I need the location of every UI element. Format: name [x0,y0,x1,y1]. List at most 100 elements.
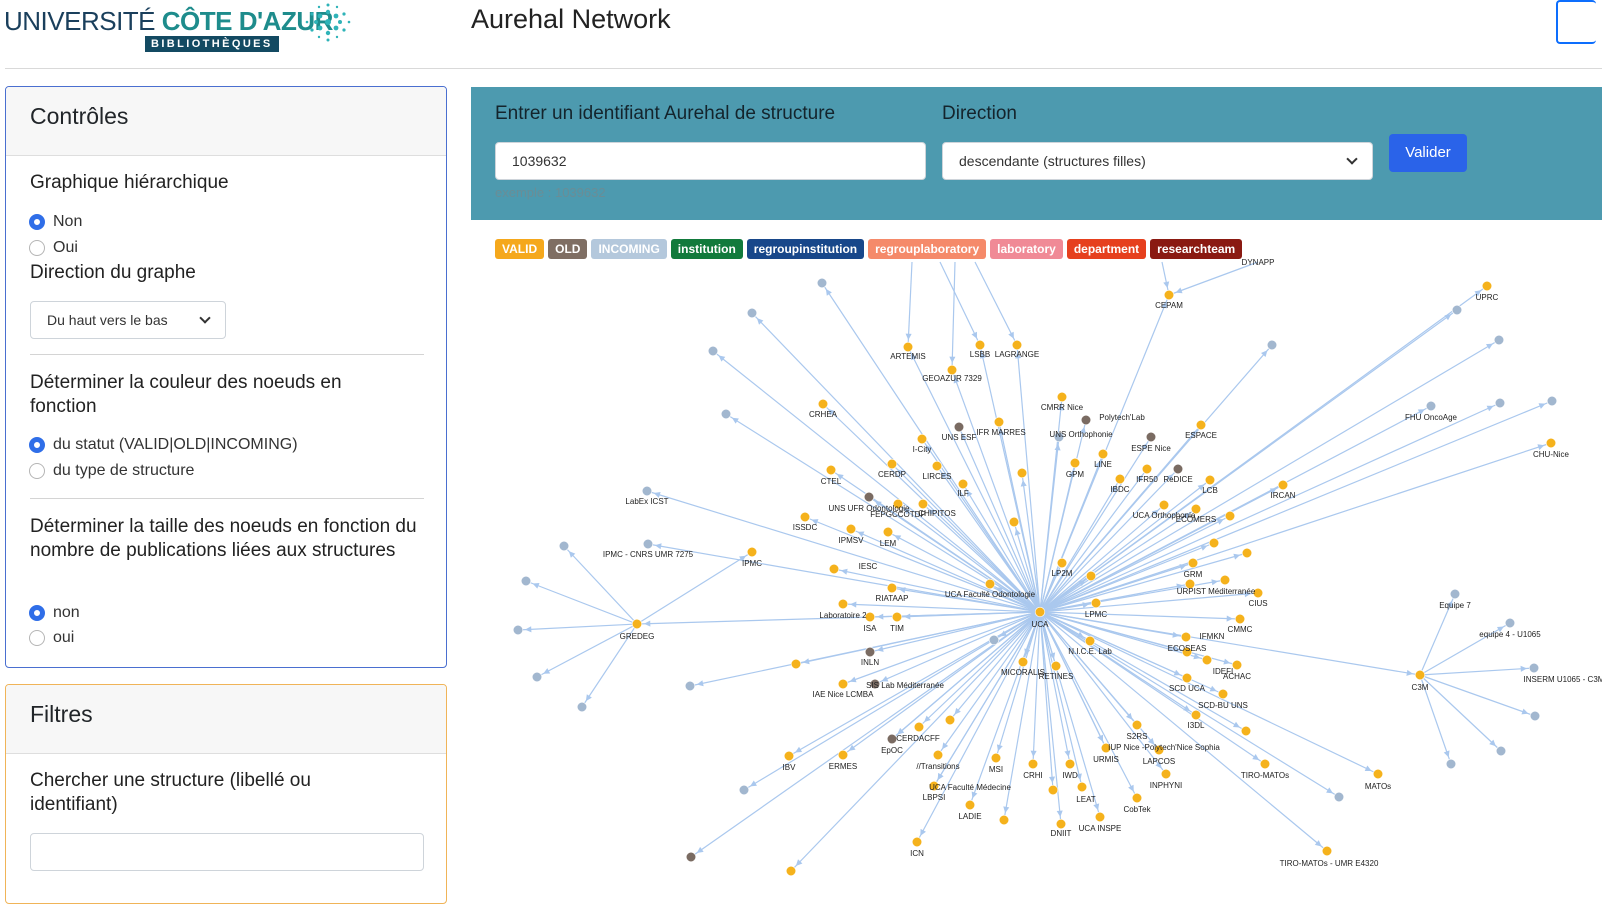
graph-node[interactable] [1333,791,1345,803]
graph-node[interactable] [974,339,986,351]
graph-node[interactable] [1372,768,1384,780]
graph-node[interactable] [1451,304,1463,316]
graph-node[interactable] [1158,499,1170,511]
size-option-non[interactable]: non [29,604,80,622]
graph-node[interactable] [990,752,1002,764]
graph-node[interactable] [790,658,802,670]
menu-button[interactable] [1556,0,1596,44]
graph-node[interactable] [1056,391,1068,403]
graph-node[interactable] [1481,280,1493,292]
graph-node[interactable] [1056,557,1068,569]
graph-node[interactable] [1163,289,1175,301]
structure-id-input[interactable]: 1039632 [495,142,926,180]
graph-node[interactable] [931,460,943,472]
graph-node[interactable] [1090,597,1102,609]
graph-node[interactable] [1094,811,1106,823]
graph-node[interactable] [641,485,653,497]
graph-node[interactable] [1085,570,1097,582]
graph-node[interactable] [799,511,811,523]
hierarchical-option-oui[interactable]: Oui [29,239,78,257]
graph-node[interactable] [1241,547,1253,559]
graph-node[interactable] [845,523,857,535]
graph-node[interactable] [984,578,996,590]
radio-unchecked[interactable] [29,630,45,646]
graph-node[interactable] [783,750,795,762]
direction-select[interactable]: Du haut vers le bas [30,301,226,339]
radio-unchecked[interactable] [29,463,45,479]
graph-node[interactable] [1208,537,1220,549]
graph-node[interactable] [1201,654,1213,666]
graph-node[interactable] [913,721,925,733]
graph-node[interactable] [1034,606,1046,618]
graph-node[interactable] [1495,745,1507,757]
graph-node[interactable] [886,582,898,594]
graph-node[interactable] [911,836,923,848]
graph-node[interactable] [1069,457,1081,469]
graph-node[interactable] [1080,414,1092,426]
graph-node[interactable] [1224,510,1236,522]
graph-node[interactable] [1529,710,1541,722]
graph-node[interactable] [902,341,914,353]
graph-node[interactable] [916,433,928,445]
graph-node[interactable] [1076,781,1088,793]
radio-checked[interactable] [29,437,45,453]
graph-node[interactable] [1266,339,1278,351]
graph-node[interactable] [1180,631,1192,643]
graph-node[interactable] [720,408,732,420]
direction-dropdown[interactable]: descendante (structures filles) [942,142,1373,180]
color-option-type[interactable]: du type de structure [29,462,194,480]
graph-node[interactable] [1181,672,1193,684]
graph-node[interactable] [1187,557,1199,569]
graph-node[interactable] [1494,397,1506,409]
graph-node[interactable] [520,575,532,587]
structure-search-input[interactable] [30,833,424,871]
graph-node[interactable] [1064,758,1076,770]
graph-node[interactable] [817,398,829,410]
graph-node[interactable] [1055,818,1067,830]
graph-node[interactable] [1017,656,1029,668]
graph-node[interactable] [1027,758,1039,770]
graph-node[interactable] [1097,448,1109,460]
graph-node[interactable] [1195,419,1207,431]
graph-node[interactable] [685,851,697,863]
graph-node[interactable] [882,526,894,538]
graph-node[interactable] [1445,758,1457,770]
network-graph[interactable]: ARTEMIS LSBB LAGRANGE GEOAZUR 7329 CEPAM CRHE… [471,228,1602,895]
graph-node[interactable] [964,799,976,811]
graph-node[interactable] [828,563,840,575]
graph-node[interactable] [512,624,524,636]
graph-node[interactable] [837,598,849,610]
graph-node[interactable] [864,646,876,658]
graph-node[interactable] [1277,479,1289,491]
graph-node[interactable] [1545,437,1557,449]
radio-unchecked[interactable] [29,240,45,256]
graph-node[interactable] [1047,784,1059,796]
graph-node[interactable] [631,618,643,630]
graph-node[interactable] [944,714,956,726]
graph-node[interactable] [1172,463,1184,475]
radio-checked[interactable] [29,214,45,230]
graph-node[interactable] [1504,617,1516,629]
graph-node[interactable] [1008,516,1020,528]
graph-node[interactable] [1259,758,1271,770]
graph-node[interactable] [953,421,965,433]
graph-node[interactable] [746,307,758,319]
graph-node[interactable] [558,540,570,552]
graph-node[interactable] [1546,395,1558,407]
graph-node[interactable] [1160,768,1172,780]
graph-node[interactable] [993,416,1005,428]
graph-node[interactable] [707,345,719,357]
graph-node[interactable] [998,814,1010,826]
graph-node[interactable] [1493,334,1505,346]
graph-node[interactable] [988,634,1000,646]
graph-node[interactable] [1217,688,1229,700]
radio-checked[interactable] [29,605,45,621]
graph-node[interactable] [917,498,929,510]
graph-node[interactable] [1414,669,1426,681]
graph-node[interactable] [1050,660,1062,672]
graph-node[interactable] [1016,467,1028,479]
graph-node[interactable] [738,784,750,796]
size-option-oui[interactable]: oui [29,629,74,647]
graph-node[interactable] [1219,574,1231,586]
graph-node[interactable] [886,458,898,470]
